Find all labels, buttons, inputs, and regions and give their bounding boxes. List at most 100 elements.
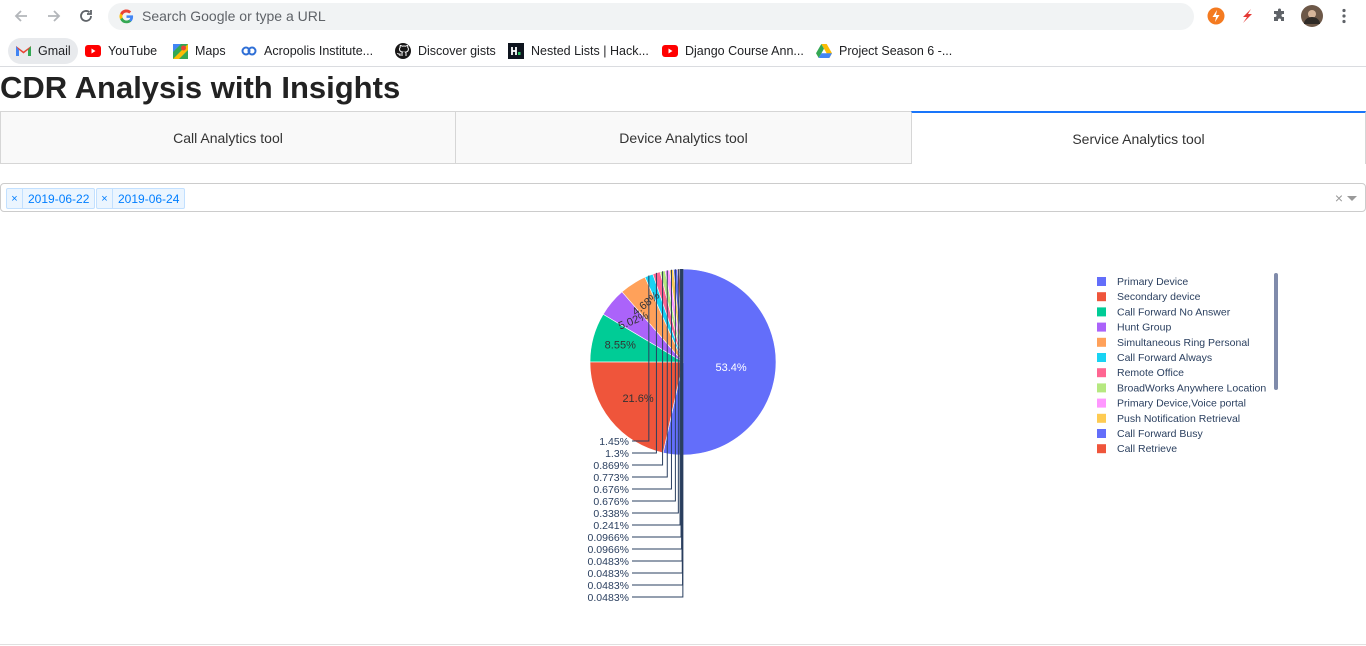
slice-label: 0.0966% — [588, 544, 629, 556]
legend-item[interactable]: Secondary device — [1097, 291, 1201, 303]
arrow-right-icon — [48, 10, 61, 22]
maps-icon — [172, 43, 188, 59]
reload-button[interactable] — [74, 5, 98, 27]
legend-item[interactable]: Remote Office — [1097, 367, 1184, 379]
acropolis-icon — [241, 43, 257, 59]
date-chip: × 2019-06-22 — [6, 188, 96, 209]
legend-swatch — [1097, 398, 1106, 408]
legend-swatch — [1097, 277, 1106, 286]
slice-label: 1.3% — [605, 448, 629, 460]
slice-label: 0.241% — [593, 520, 629, 532]
slice-label: 0.0483% — [588, 580, 629, 592]
avatar-icon — [1301, 5, 1323, 27]
tab-service-analytics[interactable]: Service Analytics tool — [911, 111, 1366, 164]
slice-label: 53.4% — [715, 362, 746, 374]
date-chip-label: 2019-06-24 — [118, 191, 180, 206]
extension-button[interactable] — [1237, 6, 1257, 26]
remove-chip-button[interactable]: × — [97, 189, 113, 208]
legend-swatch — [1097, 353, 1106, 362]
legend-swatch — [1097, 444, 1106, 454]
date-chip-label: 2019-06-22 — [28, 191, 90, 206]
bookmark-discover-gists[interactable]: Discover gists — [395, 38, 496, 64]
legend-item[interactable]: BroadWorks Anywhere Location — [1097, 382, 1266, 394]
legend-swatch — [1097, 383, 1106, 393]
slice-label: 0.0483% — [588, 568, 629, 580]
date-multiselect[interactable]: × 2019-06-22 × 2019-06-24 × — [0, 183, 1366, 212]
bookmark-project-season[interactable]: Project Season 6 -... — [816, 38, 952, 64]
kebab-menu-icon — [1342, 8, 1346, 24]
slice-label: 0.338% — [593, 508, 629, 520]
bookmark-gmail[interactable]: Gmail — [8, 38, 78, 64]
legend-swatch — [1097, 429, 1106, 438]
legend-swatch — [1097, 292, 1106, 302]
legend-swatch — [1097, 413, 1106, 423]
legend-label: Primary Device — [1117, 276, 1188, 288]
legend-label: Simultaneous Ring Personal — [1117, 337, 1250, 349]
omnibox[interactable]: Search Google or type a URL — [108, 3, 1194, 30]
slice-label: 0.676% — [593, 496, 629, 508]
legend-label: Hunt Group — [1117, 322, 1171, 334]
bookmark-django-course[interactable]: Django Course Ann... — [662, 38, 804, 64]
legend-label: Call Forward Busy — [1117, 428, 1204, 440]
bookmark-acropolis[interactable]: Acropolis Institute... — [241, 38, 373, 64]
legend-label: BroadWorks Anywhere Location — [1117, 382, 1266, 394]
hackerrank-icon — [508, 43, 524, 59]
legend-item[interactable]: Call Forward Always — [1097, 352, 1212, 364]
browser-toolbar: Search Google or type a URL — [0, 0, 1366, 33]
legend-scrollbar[interactable] — [1274, 273, 1278, 390]
legend-label: Secondary device — [1117, 291, 1201, 303]
legend-item[interactable]: Call Retrieve — [1097, 443, 1177, 455]
legend-item[interactable]: Call Forward Busy — [1097, 428, 1204, 440]
legend-item[interactable]: Primary Device,Voice portal — [1097, 398, 1246, 410]
legend-swatch — [1097, 337, 1106, 347]
bookmark-maps[interactable]: Maps — [172, 38, 226, 64]
remove-chip-button[interactable]: × — [7, 189, 23, 208]
tab-call-analytics[interactable]: Call Analytics tool — [0, 111, 456, 164]
legend-label: Push Notification Retrieval — [1117, 413, 1240, 425]
tab-bar: Call Analytics tool Device Analytics too… — [0, 111, 1366, 164]
legend-swatch — [1097, 322, 1106, 332]
github-icon — [395, 43, 411, 59]
chart-legend: Primary Device Secondary device Call Forwa… — [1097, 276, 1266, 455]
bookmark-hackerrank[interactable]: Nested Lists | Hack... — [508, 38, 649, 64]
extension-button[interactable] — [1206, 6, 1226, 26]
menu-button[interactable] — [1334, 6, 1354, 26]
slice-label: 8.55% — [605, 340, 636, 352]
reload-icon — [80, 10, 92, 22]
slice-label: 0.0966% — [588, 532, 629, 544]
legend-item[interactable]: Primary Device — [1097, 276, 1188, 288]
tab-device-analytics[interactable]: Device Analytics tool — [455, 111, 912, 164]
gmail-icon — [15, 43, 31, 59]
service-pie-chart: 53.4% 21.6% 8.55% 5.02% 4.68% 1.45% 1.3% 0.869%… — [0, 215, 1366, 635]
legend-item[interactable]: Hunt Group — [1097, 322, 1171, 334]
forward-button[interactable] — [42, 5, 66, 27]
drive-icon — [816, 43, 832, 59]
puzzle-icon — [1274, 8, 1284, 21]
pie-chart-svg: 53.4%21.6%8.55%5.02%4.68%1.45%1.3%0.869%… — [588, 268, 1278, 604]
clear-all-button[interactable]: × — [1335, 190, 1343, 206]
legend-label: Call Forward No Answer — [1117, 306, 1231, 318]
date-chip: × 2019-06-24 — [96, 188, 186, 209]
omnibox-placeholder: Search Google or type a URL — [142, 8, 326, 24]
legend-item[interactable]: Call Forward No Answer — [1097, 306, 1231, 318]
legend-swatch — [1097, 368, 1106, 378]
profile-avatar[interactable] — [1301, 5, 1323, 27]
legend-label: Remote Office — [1117, 367, 1184, 379]
extensions-button[interactable] — [1270, 6, 1290, 26]
dropdown-arrow-icon[interactable] — [1347, 196, 1357, 201]
slice-label: 0.676% — [593, 484, 629, 496]
google-icon — [119, 9, 134, 24]
lightning-red-icon — [1243, 9, 1252, 23]
legend-label: Primary Device,Voice portal — [1117, 398, 1246, 410]
legend-item[interactable]: Simultaneous Ring Personal — [1097, 337, 1250, 349]
legend-item[interactable]: Push Notification Retrieval — [1097, 413, 1240, 425]
lightning-orange-icon — [1207, 7, 1225, 25]
divider — [0, 644, 1366, 645]
legend-swatch — [1097, 307, 1106, 317]
slice-label: 0.869% — [593, 460, 629, 472]
bookmarks-bar: Gmail YouTube Maps Acropolis Institute..… — [0, 33, 1366, 67]
back-button[interactable] — [9, 5, 33, 27]
slice-label: 0.0483% — [588, 556, 629, 568]
slice-label: 1.45% — [599, 436, 629, 448]
bookmark-youtube[interactable]: YouTube — [85, 38, 157, 64]
